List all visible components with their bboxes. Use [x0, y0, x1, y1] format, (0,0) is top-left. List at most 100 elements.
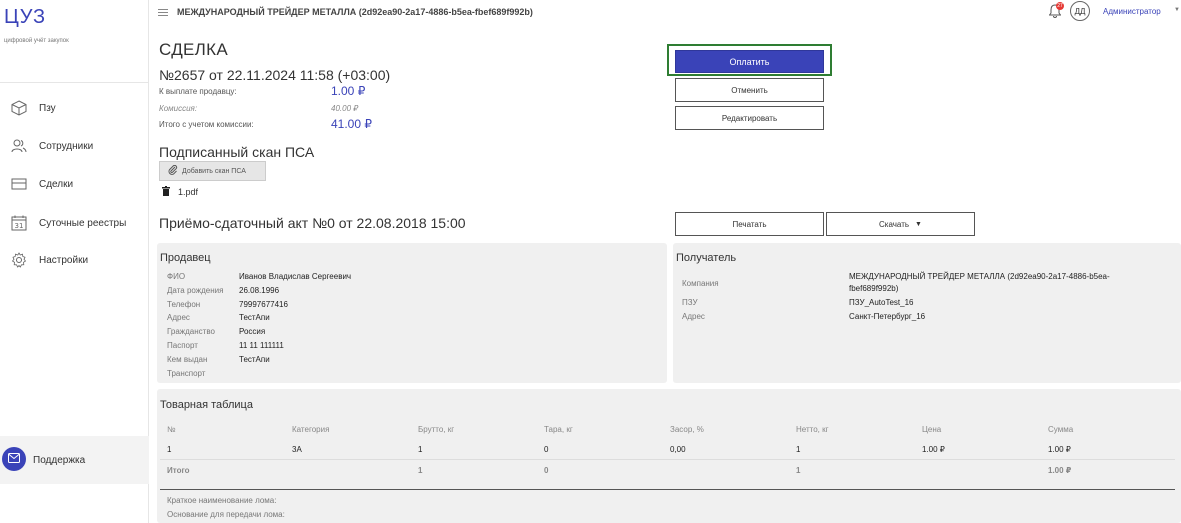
goods-title: Товарная таблица — [160, 399, 253, 411]
mail-icon — [8, 450, 20, 468]
seller-title: Продавец — [160, 252, 211, 264]
calendar-icon: 31 — [9, 213, 29, 233]
seller-label: Телефон — [167, 300, 201, 309]
table-cell: 1 — [796, 445, 801, 454]
scan-section-title: Подписанный скан ПСА — [159, 144, 315, 160]
sidebar-item-deals[interactable]: Сделки — [0, 172, 149, 196]
table-cell: 1.00 ₽ — [1048, 445, 1071, 454]
total-cell: 1.00 ₽ — [1048, 466, 1072, 475]
total-cell: 1 — [796, 466, 801, 475]
seller-label: Транспорт — [167, 369, 206, 378]
table-cell: 1.00 ₽ — [922, 445, 945, 454]
recipient-label: Адрес — [682, 312, 705, 321]
recipient-value: МЕЖДУНАРОДНЫЙ ТРЕЙДЕР МЕТАЛЛА (2d92ea90-… — [849, 272, 1110, 281]
goods-card — [157, 389, 1181, 523]
to-seller-value: 1.00 ₽ — [331, 84, 366, 98]
recipient-value: fbef689f992b) — [849, 284, 899, 293]
print-button[interactable]: Печатать — [675, 212, 824, 236]
total-value: 41.00 ₽ — [331, 117, 372, 131]
recipient-label: Компания — [682, 279, 719, 288]
seller-label: Кем выдан — [167, 355, 208, 364]
sidebar-item-pzu[interactable]: Пзу — [0, 96, 149, 120]
act-title: Приёмо-сдаточный акт №0 от 22.08.2018 15… — [159, 215, 466, 231]
file-item[interactable]: 1.pdf — [162, 186, 198, 198]
seller-label: ФИО — [167, 272, 186, 281]
avatar[interactable]: ДД — [1070, 1, 1090, 21]
table-header: Тара, кг — [544, 425, 573, 434]
basis-label: Основание для передачи лома: — [167, 510, 285, 519]
table-cell: 1 — [167, 445, 172, 454]
deal-number: №2657 от 22.11.2024 11:58 (+03:00) — [159, 67, 391, 83]
total-label: Итого с учетом комиссии: — [159, 120, 254, 129]
table-header: Сумма — [1048, 425, 1074, 434]
add-scan-label: Добавить скан ПСА — [182, 167, 246, 175]
seller-value: Иванов Владислав Сергеевич — [239, 272, 352, 281]
table-bottom-line — [160, 489, 1175, 490]
commission-label: Комиссия: — [159, 104, 198, 113]
to-seller-label: К выплате продавцу: — [159, 87, 237, 96]
table-cell: 0,00 — [670, 445, 686, 454]
edit-button[interactable]: Редактировать — [675, 106, 824, 130]
app-logo-subtitle: цифровой учёт закупок — [4, 38, 69, 44]
cancel-button[interactable]: Отменить — [675, 78, 824, 102]
gear-icon — [9, 250, 29, 270]
organization-title: МЕЖДУНАРОДНЫЙ ТРЕЙДЕР МЕТАЛЛА (2d92ea90-… — [177, 7, 533, 17]
recipient-label: ПЗУ — [682, 298, 698, 307]
table-header: Нетто, кг — [796, 425, 829, 434]
seller-value: ТестАпи — [239, 355, 270, 364]
sidebar-item-label: Настройки — [39, 254, 89, 266]
seller-value: 26.08.1996 — [239, 286, 280, 295]
download-button[interactable]: Скачать ▼ — [826, 212, 975, 236]
seller-card — [157, 243, 667, 383]
page-title: СДЕЛКА — [159, 40, 228, 59]
seller-value: 79997677416 — [239, 300, 288, 309]
total-cell: 0 — [544, 466, 549, 475]
sidebar-item-employees[interactable]: Сотрудники — [0, 134, 149, 158]
table-header: Засор, % — [670, 425, 704, 434]
chevron-down-icon[interactable]: ▼ — [1174, 7, 1180, 13]
total-cell: Итого — [167, 466, 190, 475]
support-button[interactable] — [2, 447, 26, 471]
sidebar-item-settings[interactable]: Настройки — [0, 248, 149, 272]
menu-icon[interactable] — [158, 7, 168, 18]
sidebar-item-label: Сотрудники — [39, 140, 94, 152]
deals-icon — [9, 174, 29, 194]
pay-button[interactable]: Оплатить — [675, 50, 824, 73]
total-cell: 1 — [418, 466, 423, 475]
table-cell: 0 — [544, 445, 549, 454]
user-name[interactable]: Администратор — [1103, 7, 1161, 16]
row-divider — [160, 459, 1175, 460]
table-header: Цена — [922, 425, 942, 434]
recipient-value: ПЗУ_AutoTest_16 — [849, 298, 914, 307]
file-name[interactable]: 1.pdf — [178, 187, 198, 197]
table-cell: 1 — [418, 445, 423, 454]
top-bar: МЕЖДУНАРОДНЫЙ ТРЕЙДЕР МЕТАЛЛА (2d92ea90-… — [149, 0, 1181, 24]
sidebar: ЦУЗ цифровой учёт закупок Пзу Сотрудники… — [0, 0, 149, 523]
svg-text:31: 31 — [15, 222, 24, 230]
app-logo[interactable]: ЦУЗ — [4, 6, 46, 29]
paperclip-icon — [168, 164, 178, 177]
cube-icon — [9, 98, 29, 118]
seller-label: Дата рождения — [167, 286, 224, 295]
notification-badge: 27 — [1056, 2, 1064, 10]
commission-value: 40.00 ₽ — [331, 104, 359, 113]
support-label[interactable]: Поддержка — [33, 455, 85, 466]
seller-value: Россия — [239, 327, 266, 336]
sidebar-item-label: Сделки — [39, 178, 74, 190]
seller-value: 11 11 111111 — [239, 341, 284, 350]
trash-icon[interactable] — [162, 186, 170, 198]
seller-label: Паспорт — [167, 341, 198, 350]
add-scan-button[interactable]: Добавить скан ПСА — [159, 161, 266, 181]
seller-label: Адрес — [167, 313, 190, 322]
table-cell: 3А — [292, 445, 302, 454]
sidebar-item-label: Суточные реестры — [39, 217, 127, 229]
download-label: Скачать — [879, 219, 910, 229]
table-header: Категория — [292, 425, 330, 434]
sidebar-item-daily-registers[interactable]: 31 Суточные реестры — [0, 211, 149, 235]
recipient-title: Получатель — [676, 252, 737, 264]
short-name-label: Краткое наименование лома: — [167, 496, 277, 505]
table-header: Брутто, кг — [418, 425, 455, 434]
seller-label: Гражданство — [167, 327, 215, 336]
seller-value: ТестАпи — [239, 313, 270, 322]
sidebar-divider — [0, 82, 149, 83]
